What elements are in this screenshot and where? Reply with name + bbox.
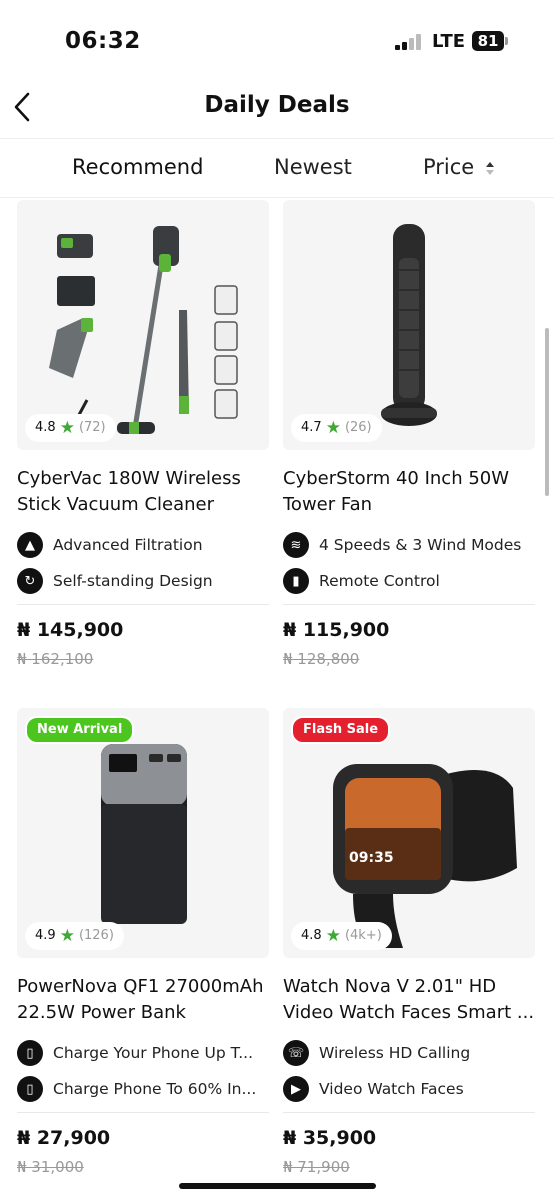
feature-text: 4 Speeds & 3 Wind Modes: [319, 536, 522, 554]
feature-text: Charge Your Phone Up T...: [53, 1044, 254, 1062]
divider: [283, 604, 535, 605]
original-price: ₦ 162,100: [17, 650, 94, 668]
smart-watch-image: 09:35: [333, 764, 517, 948]
power-bank-image: [101, 744, 187, 924]
sort-tabs: Recommend Newest Price: [0, 139, 554, 198]
product-image: 09:35 Flash Sale 4.8 ★ (4k+): [283, 708, 535, 958]
sort-arrows-icon[interactable]: [485, 160, 495, 178]
feature-text: Wireless HD Calling: [319, 1044, 471, 1062]
status-bar: 06:32 LTE 81: [0, 0, 554, 80]
feature-row: ▲ Advanced Filtration: [17, 531, 269, 559]
scrollbar[interactable]: [545, 328, 549, 496]
star-icon: ★: [325, 418, 341, 438]
current-price: ₦ 27,900: [17, 1127, 111, 1149]
star-icon: ★: [59, 418, 75, 438]
current-price: ₦ 145,900: [17, 619, 124, 641]
review-count: (126): [78, 928, 114, 943]
home-indicator[interactable]: [179, 1183, 376, 1189]
phone-charge-icon: ▯: [17, 1040, 43, 1066]
rating-value: 4.8: [301, 928, 322, 943]
rating-value: 4.9: [35, 928, 56, 943]
rating-value: 4.7: [301, 420, 322, 435]
feature-row: ↻ Self-standing Design: [17, 567, 269, 595]
tower-fan-image: [381, 224, 437, 426]
current-price: ₦ 115,900: [283, 619, 390, 641]
rating-value: 4.8: [35, 420, 56, 435]
review-count: (4k+): [344, 928, 382, 943]
rating-badge: 4.8 ★ (4k+): [291, 922, 392, 950]
page-title: Daily Deals: [204, 92, 350, 118]
star-icon: ★: [59, 926, 75, 946]
original-price: ₦ 71,900: [283, 1158, 350, 1176]
feature-text: Charge Phone To 60% In...: [53, 1080, 257, 1098]
battery-icon: 81: [472, 31, 508, 51]
remote-icon: ▮: [283, 568, 309, 594]
play-icon: ▶: [283, 1076, 309, 1102]
original-price: ₦ 31,000: [17, 1158, 84, 1176]
watch-face-time: 09:35: [349, 850, 394, 866]
stand-icon: ↻: [17, 568, 43, 594]
feature-text: Video Watch Faces: [319, 1080, 464, 1098]
feature-row: ▯ Charge Phone To 60% In...: [17, 1075, 269, 1103]
vacuum-image: [49, 226, 238, 434]
divider: [17, 604, 269, 605]
product-name: PowerNova QF1 27000mAh 22.5W Power Bank: [17, 976, 264, 1023]
product-image: 4.7 ★ (26): [283, 200, 535, 450]
star-icon: ★: [325, 926, 341, 946]
wind-icon: ≋: [283, 532, 309, 558]
rating-badge: 4.7 ★ (26): [291, 414, 382, 442]
product-name: CyberStorm 40 Inch 50W Tower Fan: [283, 468, 510, 515]
feature-text: Advanced Filtration: [53, 536, 203, 554]
original-price: ₦ 128,800: [283, 650, 360, 668]
flash-sale-badge: Flash Sale: [291, 716, 391, 744]
tab-price[interactable]: Price: [423, 155, 474, 179]
product-image: New Arrival 4.9 ★ (126): [17, 708, 269, 958]
rating-badge: 4.9 ★ (126): [25, 922, 124, 950]
network-label: LTE: [432, 31, 466, 52]
tab-newest[interactable]: Newest: [274, 155, 352, 179]
filter-icon: ▲: [17, 532, 43, 558]
current-price: ₦ 35,900: [283, 1127, 377, 1149]
product-image: 4.8 ★ (72): [17, 200, 269, 450]
feature-row: ▮ Remote Control: [283, 567, 535, 595]
new-arrival-badge: New Arrival: [25, 716, 135, 744]
tab-recommend[interactable]: Recommend: [72, 155, 203, 179]
feature-row: ≋ 4 Speeds & 3 Wind Modes: [283, 531, 535, 559]
product-name: CyberVac 180W Wireless Stick Vacuum Clea…: [17, 468, 241, 515]
battery-level: 81: [472, 31, 504, 51]
review-count: (72): [78, 420, 106, 435]
product-name: Watch Nova V 2.01" HD Video Watch Faces …: [283, 976, 535, 1023]
status-time: 06:32: [65, 28, 141, 54]
feature-text: Self-standing Design: [53, 572, 213, 590]
rating-badge: 4.8 ★ (72): [25, 414, 116, 442]
nav-header: Daily Deals: [0, 80, 554, 139]
feature-row: ☏ Wireless HD Calling: [283, 1039, 535, 1067]
divider: [283, 1112, 535, 1113]
calling-icon: ☏: [283, 1040, 309, 1066]
phone-icon: ▯: [17, 1076, 43, 1102]
feature-row: ▯ Charge Your Phone Up T...: [17, 1039, 269, 1067]
feature-text: Remote Control: [319, 572, 440, 590]
signal-icon: [395, 34, 423, 50]
feature-row: ▶ Video Watch Faces: [283, 1075, 535, 1103]
review-count: (26): [344, 420, 372, 435]
divider: [17, 1112, 269, 1113]
